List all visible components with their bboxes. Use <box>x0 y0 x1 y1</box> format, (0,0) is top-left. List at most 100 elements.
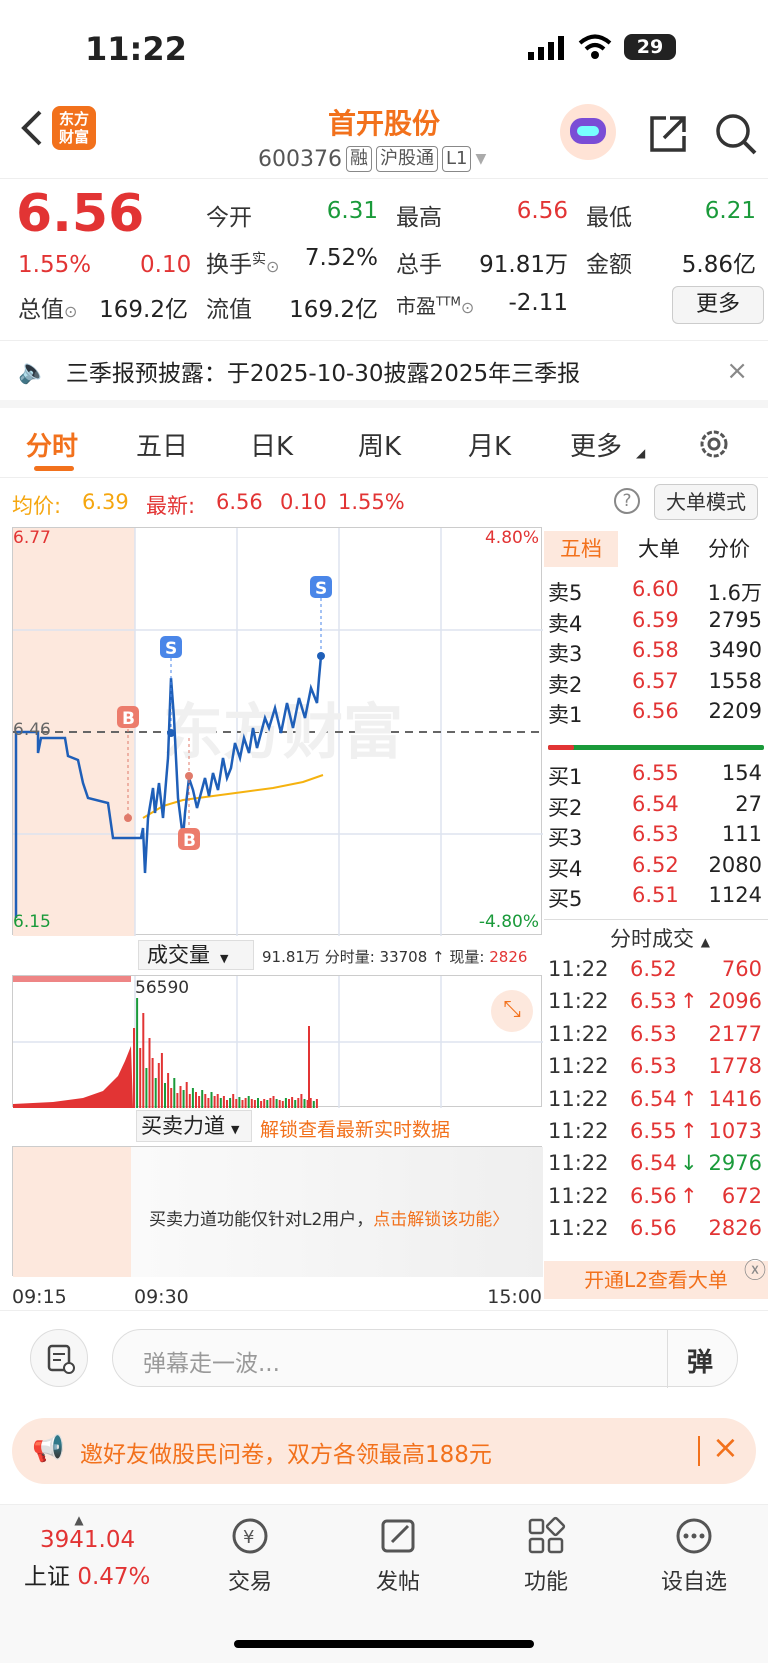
change-amount: 0.10 <box>140 252 192 278</box>
more-button[interactable]: 更多 <box>672 286 764 324</box>
battery-icon: 29 <box>624 34 676 60</box>
bid-label: 买1 <box>548 765 583 789</box>
signal-icon <box>528 36 568 60</box>
ask-row[interactable]: 卖5 6.60 1.6万 <box>544 575 768 607</box>
volume-bar <box>173 1078 176 1108</box>
info-icon[interactable]: ⊙ <box>461 298 474 317</box>
pe-label-text: 市盈 <box>396 294 436 318</box>
bid-price: 6.51 <box>632 883 679 907</box>
bid-volume: 2080 <box>708 852 762 877</box>
nav-function[interactable]: 功能 <box>496 1516 596 1596</box>
tick-time: 11:22 <box>548 1054 609 1079</box>
amount-label: 金额 <box>586 252 632 278</box>
tab-5day[interactable]: 五日 <box>136 426 188 463</box>
ask-row[interactable]: 卖4 6.59 2795 <box>544 606 768 638</box>
volume-bar <box>195 1092 197 1108</box>
bid-row[interactable]: 买1 6.55 154 <box>544 759 768 791</box>
close-icon[interactable]: × <box>726 356 748 386</box>
latest-label: 最新: <box>146 494 196 518</box>
bid-row[interactable]: 买4 6.52 2080 <box>544 851 768 883</box>
danmaku-list-icon[interactable] <box>30 1329 88 1387</box>
buy-marker-1-text: B <box>122 709 135 729</box>
orderbook-tab-5level[interactable]: 五档 <box>544 531 618 567</box>
bsforce-selector[interactable]: 买卖力道 ▼ <box>136 1110 252 1142</box>
ask-row[interactable]: 卖1 6.56 2209 <box>544 697 768 729</box>
notice-bar[interactable]: 🔈 三季报预披露：于2025-10-30披露2025年三季报 × <box>0 340 768 408</box>
sell-marker-2-text: S <box>315 579 327 599</box>
buy-marker-2[interactable]: B <box>178 828 200 851</box>
nav-add-watchlist-label: 设自选 <box>660 1570 727 1595</box>
dropdown-icon[interactable]: ▼ <box>475 151 486 167</box>
tick-volume: 1073 <box>708 1119 762 1143</box>
volume-minute: 分时量: 33708 <box>324 948 428 966</box>
bid-volume: 111 <box>721 822 762 846</box>
pct-min-label: -4.80% <box>478 912 539 932</box>
close-icon[interactable]: ⓧ <box>744 1253 766 1291</box>
buy-marker-1[interactable]: B <box>117 706 139 729</box>
volume-chart-svg <box>13 976 543 1108</box>
volume-bar <box>151 1058 154 1108</box>
bid-row[interactable]: 买3 6.53 111 <box>544 820 768 852</box>
bsforce-unlock-link[interactable]: 解锁查看最新实时数据 <box>260 1115 450 1142</box>
volume-selector[interactable]: 成交量 ▼ <box>138 940 254 970</box>
l2-promo[interactable]: 开通L2查看大单 ⓧ <box>544 1259 768 1299</box>
bid-price: 6.52 <box>632 852 679 877</box>
volume-value: 91.81万 <box>479 252 568 278</box>
nav-trade[interactable]: ¥ 交易 <box>200 1516 300 1596</box>
tick-time: 11:22 <box>548 1021 609 1046</box>
info-icon[interactable]: ⊙ <box>266 257 279 276</box>
tick-row: 11:22 6.52 760 <box>544 955 768 989</box>
close-icon[interactable]: × <box>712 1428 739 1466</box>
big-order-mode-button[interactable]: 大单模式 <box>654 484 758 520</box>
bsforce-unlock-button[interactable]: 点击解锁该功能 <box>373 1210 492 1230</box>
orderbook-tab-pricevol[interactable]: 分价 <box>694 531 764 567</box>
tab-more[interactable]: 更多 <box>570 426 622 463</box>
danmaku-toggle-button[interactable]: 弹 <box>687 1342 713 1379</box>
tick-price: 6.54 <box>630 1151 677 1176</box>
ticks-title[interactable]: 分时成交 ▲ <box>610 923 710 953</box>
promo-banner[interactable]: 📢 邀好友做股民问卷，双方各领最高188元 × <box>12 1418 756 1484</box>
ask-price: 6.56 <box>632 699 679 723</box>
sell-marker-1[interactable]: S <box>160 636 182 659</box>
share-icon[interactable] <box>648 114 688 154</box>
settings-icon[interactable] <box>696 426 732 462</box>
nav-post[interactable]: 发帖 <box>348 1516 448 1596</box>
ask-row[interactable]: 卖2 6.57 1558 <box>544 667 768 699</box>
tick-row: 11:22 6.54 ↓ 2976 <box>544 1149 768 1183</box>
bid-volume: 154 <box>721 761 762 785</box>
tick-volume: 2177 <box>708 1021 762 1046</box>
tab-monthly[interactable]: 月K <box>468 426 511 463</box>
intraday-chart[interactable]: 东方财富 S S B B 6.77 6.46 6.15 4.80% -4.80% <box>12 527 543 936</box>
volume-bar <box>275 1099 278 1108</box>
danmaku-input[interactable]: 弹幕走一波... 弹 <box>112 1329 738 1388</box>
help-icon[interactable]: ? <box>614 488 640 514</box>
index-widget[interactable]: ▲ 3941.04 上证 0.47% <box>24 1513 174 1591</box>
volume-bar <box>176 1093 179 1108</box>
tab-daily[interactable]: 日K <box>250 426 293 463</box>
latest-value: 6.56 <box>216 490 263 514</box>
bid-row[interactable]: 买2 6.54 27 <box>544 790 768 822</box>
expand-icon[interactable]: ⤡ <box>491 990 533 1032</box>
bid-row[interactable]: 买5 6.51 1124 <box>544 881 768 913</box>
volume-bar <box>272 1096 275 1108</box>
sell-marker-2[interactable]: S <box>310 576 332 599</box>
index-percent: 0.47% <box>77 1564 151 1590</box>
assistant-avatar[interactable] <box>560 104 616 160</box>
tab-weekly[interactable]: 周K <box>358 426 401 463</box>
index-name: 上证 <box>24 1564 70 1590</box>
latest-change: 0.10 <box>280 490 327 514</box>
tab-intraday[interactable]: 分时 <box>26 426 78 463</box>
ask-row[interactable]: 卖3 6.58 3490 <box>544 636 768 668</box>
change-percent: 1.55% <box>18 252 92 278</box>
volume-info: 91.81万 分时量: 33708 ↑ 现量: 2826 <box>262 948 528 966</box>
caret-icon: ◢ <box>636 446 646 460</box>
search-icon[interactable] <box>714 112 758 156</box>
tick-row: 11:22 6.55 ↑ 1073 <box>544 1117 768 1151</box>
tick-volume: 2096 <box>708 989 762 1014</box>
orderbook-tab-bigorder[interactable]: 大单 <box>624 531 694 567</box>
volume-bar <box>198 1096 201 1108</box>
tick-time: 11:22 <box>548 989 609 1014</box>
nav-add-watchlist[interactable]: 设自选 <box>644 1516 744 1596</box>
tick-row: 11:22 6.53 2177 <box>544 1020 768 1054</box>
info-icon[interactable]: ⊙ <box>64 302 77 321</box>
